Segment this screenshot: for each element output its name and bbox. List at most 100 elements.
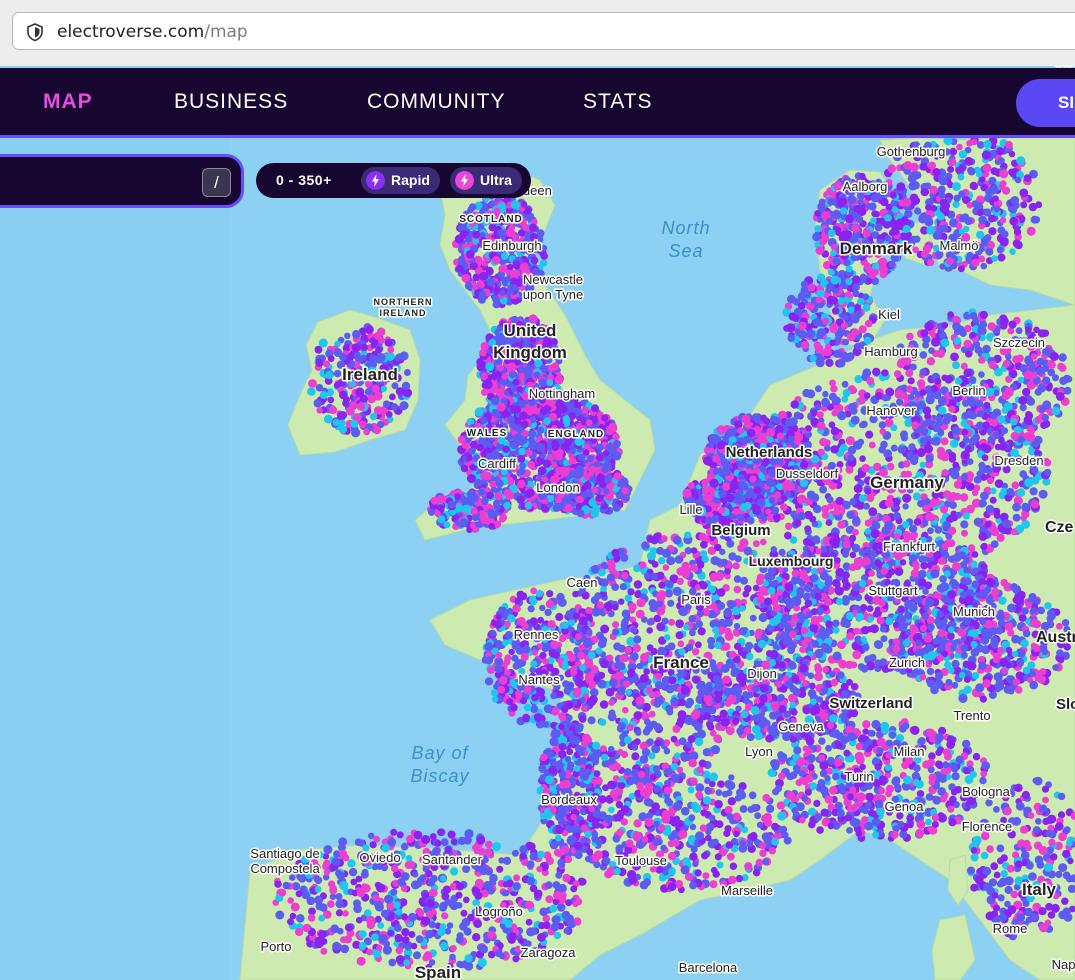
- charger-dot[interactable]: [468, 203, 477, 211]
- charger-dot[interactable]: [978, 215, 987, 225]
- charger-dot[interactable]: [782, 484, 790, 491]
- charger-dot[interactable]: [613, 472, 622, 481]
- charger-dot[interactable]: [351, 343, 361, 352]
- charger-dot[interactable]: [756, 498, 766, 508]
- charger-dot[interactable]: [749, 475, 757, 483]
- charger-dot[interactable]: [994, 479, 1004, 489]
- charger-dot[interactable]: [524, 369, 533, 378]
- charger-dot[interactable]: [746, 428, 756, 438]
- charger-dot[interactable]: [940, 452, 950, 462]
- charger-dot[interactable]: [566, 400, 574, 408]
- charger-dot[interactable]: [703, 456, 713, 466]
- charger-dot[interactable]: [902, 460, 911, 468]
- charger-dot[interactable]: [1016, 488, 1026, 497]
- charger-dot[interactable]: [562, 415, 570, 423]
- charger-dot[interactable]: [946, 257, 954, 265]
- charger-dot[interactable]: [1020, 514, 1027, 522]
- charger-dot[interactable]: [486, 278, 495, 287]
- charger-dot[interactable]: [993, 205, 1001, 213]
- charger-dot[interactable]: [908, 443, 916, 451]
- charger-dot[interactable]: [961, 473, 969, 481]
- charger-dot[interactable]: [1024, 478, 1034, 488]
- charger-dot[interactable]: [867, 203, 875, 210]
- charger-dot[interactable]: [478, 488, 486, 496]
- charger-dot[interactable]: [351, 428, 361, 438]
- charger-dot[interactable]: [971, 551, 979, 558]
- charger-dot[interactable]: [845, 465, 854, 474]
- charger-dot[interactable]: [874, 223, 883, 232]
- charger-dot[interactable]: [951, 182, 961, 191]
- charger-dot[interactable]: [612, 503, 621, 512]
- charger-dot[interactable]: [996, 246, 1004, 254]
- charger-dot[interactable]: [790, 400, 799, 409]
- charger-dot[interactable]: [983, 140, 992, 149]
- charger-dot[interactable]: [1008, 168, 1016, 176]
- charger-dot[interactable]: [758, 473, 765, 480]
- charger-dot[interactable]: [921, 250, 928, 258]
- charger-dot[interactable]: [865, 430, 874, 439]
- charger-dot[interactable]: [588, 465, 597, 473]
- charger-dot[interactable]: [591, 486, 599, 494]
- charger-dot[interactable]: [360, 343, 369, 352]
- charger-dot[interactable]: [437, 515, 446, 524]
- charger-dot[interactable]: [859, 421, 866, 429]
- charger-dot[interactable]: [796, 495, 805, 504]
- charger-dot[interactable]: [868, 441, 876, 449]
- charger-dot[interactable]: [492, 499, 501, 508]
- charger-dot[interactable]: [785, 522, 793, 530]
- charger-dot[interactable]: [500, 276, 508, 283]
- charger-dot[interactable]: [902, 520, 910, 529]
- charger-dot[interactable]: [847, 402, 857, 412]
- charger-dot[interactable]: [602, 450, 610, 457]
- charger-dot[interactable]: [481, 388, 489, 396]
- charger-dot[interactable]: [806, 389, 816, 399]
- charger-dot[interactable]: [365, 325, 374, 334]
- charger-dot[interactable]: [382, 400, 391, 408]
- charger-dot[interactable]: [595, 453, 604, 462]
- charger-dot[interactable]: [474, 407, 484, 417]
- charger-dot[interactable]: [857, 199, 864, 206]
- charger-dot[interactable]: [993, 507, 1001, 515]
- charger-dot[interactable]: [495, 479, 504, 488]
- charger-dot[interactable]: [1020, 201, 1028, 209]
- charger-dot[interactable]: [712, 454, 721, 463]
- charger-dot[interactable]: [1013, 228, 1022, 236]
- charger-dot[interactable]: [843, 259, 851, 267]
- charger-dot[interactable]: [605, 493, 614, 501]
- charger-dot[interactable]: [872, 367, 881, 377]
- charger-dot[interactable]: [613, 439, 621, 448]
- charger-dot[interactable]: [716, 441, 725, 450]
- charger-dot[interactable]: [386, 411, 393, 418]
- charger-dot[interactable]: [507, 284, 517, 294]
- charger-dot[interactable]: [709, 478, 719, 488]
- charger-dot[interactable]: [930, 205, 938, 212]
- charger-dot[interactable]: [854, 375, 863, 384]
- charger-dot[interactable]: [872, 268, 880, 276]
- charger-dot[interactable]: [845, 214, 854, 224]
- charger-dot[interactable]: [363, 428, 371, 436]
- charger-dot[interactable]: [718, 469, 726, 477]
- charger-dot[interactable]: [472, 230, 481, 239]
- charger-dot[interactable]: [971, 489, 979, 496]
- charger-dot[interactable]: [510, 277, 518, 285]
- charger-dot[interactable]: [387, 346, 395, 354]
- charger-dot[interactable]: [878, 257, 888, 267]
- charger-dot[interactable]: [981, 454, 989, 462]
- charger-dot[interactable]: [403, 369, 411, 376]
- charger-dot[interactable]: [520, 201, 528, 208]
- charger-dot[interactable]: [871, 520, 878, 528]
- charger-dot[interactable]: [350, 419, 359, 428]
- charger-dot[interactable]: [468, 447, 476, 455]
- charger-dot[interactable]: [495, 388, 505, 397]
- charger-dot[interactable]: [971, 258, 980, 267]
- charger-dot[interactable]: [902, 224, 911, 233]
- charger-dot[interactable]: [927, 527, 934, 535]
- charger-dot[interactable]: [940, 224, 949, 233]
- charger-dot[interactable]: [478, 281, 485, 289]
- charger-dot[interactable]: [506, 228, 515, 238]
- charger-dot[interactable]: [971, 200, 979, 208]
- charger-dot[interactable]: [1032, 216, 1041, 224]
- charger-dot[interactable]: [525, 206, 532, 214]
- charger-dot[interactable]: [568, 470, 577, 479]
- charger-dot[interactable]: [992, 195, 999, 202]
